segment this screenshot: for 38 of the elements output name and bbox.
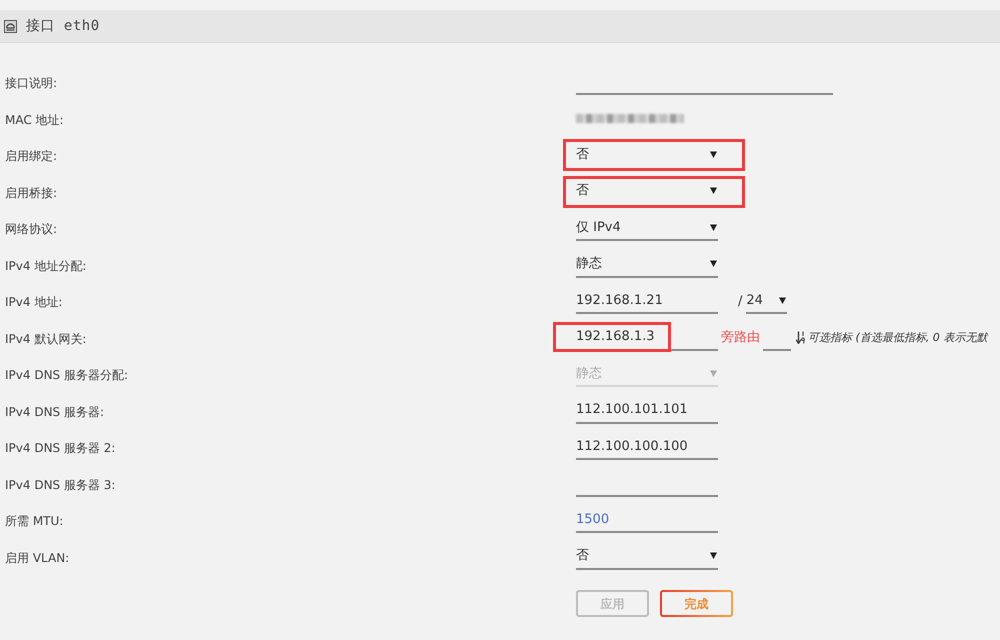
field-label: IPv4 DNS 服务器 2:: [5, 441, 116, 456]
caret-icon: [710, 224, 717, 231]
field-label: 启用桥接:: [5, 186, 58, 200]
caret-icon: [710, 552, 717, 560]
prefix-select[interactable]: 24: [746, 288, 788, 314]
select-field[interactable]: 否: [576, 142, 718, 168]
port-icon: [4, 20, 17, 32]
sort-icon: [796, 331, 805, 344]
field-label: 网络协议:: [5, 222, 58, 236]
panel-title: 接口 eth0: [26, 16, 100, 36]
caret-icon: [779, 296, 786, 304]
field-label: 启用绑定:: [5, 149, 58, 164]
text-field[interactable]: 192.168.1.21: [576, 288, 718, 314]
field-label: MAC 地址:: [5, 112, 64, 127]
select-field[interactable]: 否: [576, 178, 718, 205]
field-label: 接口说明:: [5, 76, 58, 90]
select-field[interactable]: 否: [576, 544, 718, 570]
metric-hint: 可选指标 (首选最低指标, 0 表示无默: [808, 330, 988, 346]
text-field[interactable]: 112.100.101.101: [576, 398, 718, 424]
text-field[interactable]: 112.100.100.100: [576, 434, 718, 460]
field-label: IPv4 DNS 服务器分配:: [5, 368, 128, 382]
separator-text: /: [738, 292, 742, 310]
annotation-text: 旁路由: [721, 329, 760, 347]
field-label: IPv4 默认网关:: [5, 332, 86, 346]
field-label: IPv4 地址分配:: [5, 258, 86, 273]
text-field[interactable]: 1500: [576, 507, 718, 534]
field-label: 启用 VLAN:: [5, 550, 70, 565]
caret-icon: [710, 260, 717, 268]
caret-icon: [710, 370, 717, 377]
field-label: IPv4 DNS 服务器 3:: [5, 478, 116, 492]
field-label: IPv4 DNS 服务器:: [5, 404, 104, 419]
caret-icon: [710, 187, 717, 194]
select-field[interactable]: 仅 IPv4: [576, 215, 718, 242]
field-label: IPv4 地址:: [5, 295, 62, 310]
text-field[interactable]: 192.168.1.3: [576, 324, 718, 351]
field-label: 所需 MTU:: [5, 514, 64, 528]
select-field[interactable]: 静态: [576, 252, 718, 278]
caret-icon: [710, 150, 717, 158]
